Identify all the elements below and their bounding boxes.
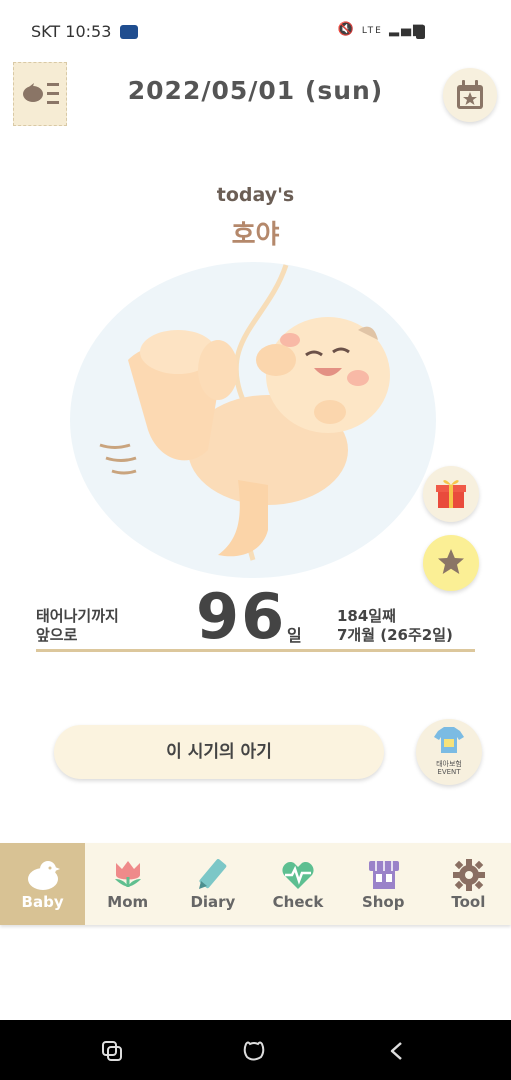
status-bar: SKT 10:53 🔇 LTE ▂▄▆	[0, 0, 511, 60]
dday-left-text: 태어나기까지 앞으로	[36, 607, 119, 645]
tab-diary-label: Diary	[190, 893, 236, 911]
mute-icon: 🔇	[337, 22, 356, 37]
dday-right-line1: 184일째	[337, 607, 396, 625]
gift-button[interactable]	[423, 466, 479, 522]
favorite-button[interactable]	[423, 535, 479, 591]
tab-tool-label: Tool	[451, 893, 486, 911]
current-date[interactable]: 2022/05/01 (sun)	[0, 76, 511, 105]
tab-check[interactable]: Check	[255, 843, 340, 925]
dday-right-line2: 7개월 (26주2일)	[337, 626, 453, 644]
battery-icon	[416, 25, 425, 39]
baby-clothes-icon	[434, 727, 464, 753]
recent-apps-icon[interactable]	[100, 1040, 124, 1062]
divider	[36, 649, 475, 652]
tab-check-label: Check	[272, 893, 324, 911]
tulip-icon	[115, 861, 142, 887]
back-icon[interactable]	[386, 1040, 410, 1062]
calendar-button[interactable]	[443, 68, 497, 122]
dday-left-line1: 태어나기까지	[36, 607, 119, 625]
gift-icon	[436, 480, 466, 508]
tab-diary[interactable]: Diary	[170, 843, 255, 925]
tab-shop[interactable]: Shop	[341, 843, 426, 925]
tab-mom-label: Mom	[107, 893, 149, 911]
status-left: SKT 10:53	[31, 22, 139, 41]
baby-this-period-button[interactable]: 이 시기의 아기	[54, 725, 384, 779]
heart-pulse-icon	[282, 862, 315, 889]
tab-tool[interactable]: Tool	[426, 843, 511, 925]
tab-baby[interactable]: Baby	[0, 843, 86, 925]
bird-icon	[28, 861, 60, 890]
baby-illustration	[70, 262, 436, 578]
dday-right-text: 184일째 7개월 (26주2일)	[337, 607, 453, 645]
baby-name: 호야	[231, 220, 280, 250]
tab-mom[interactable]: Mom	[85, 843, 170, 925]
today-label: today's	[216, 184, 295, 206]
store-icon	[368, 861, 399, 889]
dday-left-line2: 앞으로	[36, 626, 78, 644]
gear-icon	[452, 859, 485, 891]
tab-baby-label: Baby	[21, 893, 64, 911]
event-label-2: EVENT	[437, 768, 461, 776]
pencil-icon	[199, 859, 227, 889]
clock: 10:53	[65, 22, 112, 41]
dday-number: 96	[196, 580, 287, 653]
home-icon[interactable]	[242, 1040, 266, 1062]
app-notification-icon	[120, 25, 139, 39]
system-nav-bar	[0, 1020, 511, 1080]
insurance-event-button[interactable]: 태아보험 EVENT	[416, 719, 482, 785]
calendar-icon	[457, 80, 483, 109]
bottom-tab-bar: Baby Mom Diary Check Shop Tool	[0, 843, 511, 925]
star-icon	[438, 549, 464, 574]
status-right: 🔇 LTE ▂▄▆	[338, 22, 425, 37]
tab-shop-label: Shop	[361, 893, 405, 911]
carrier-label: SKT	[31, 22, 61, 41]
dday-unit: 일	[287, 626, 302, 645]
network-label: LTE	[361, 26, 383, 36]
